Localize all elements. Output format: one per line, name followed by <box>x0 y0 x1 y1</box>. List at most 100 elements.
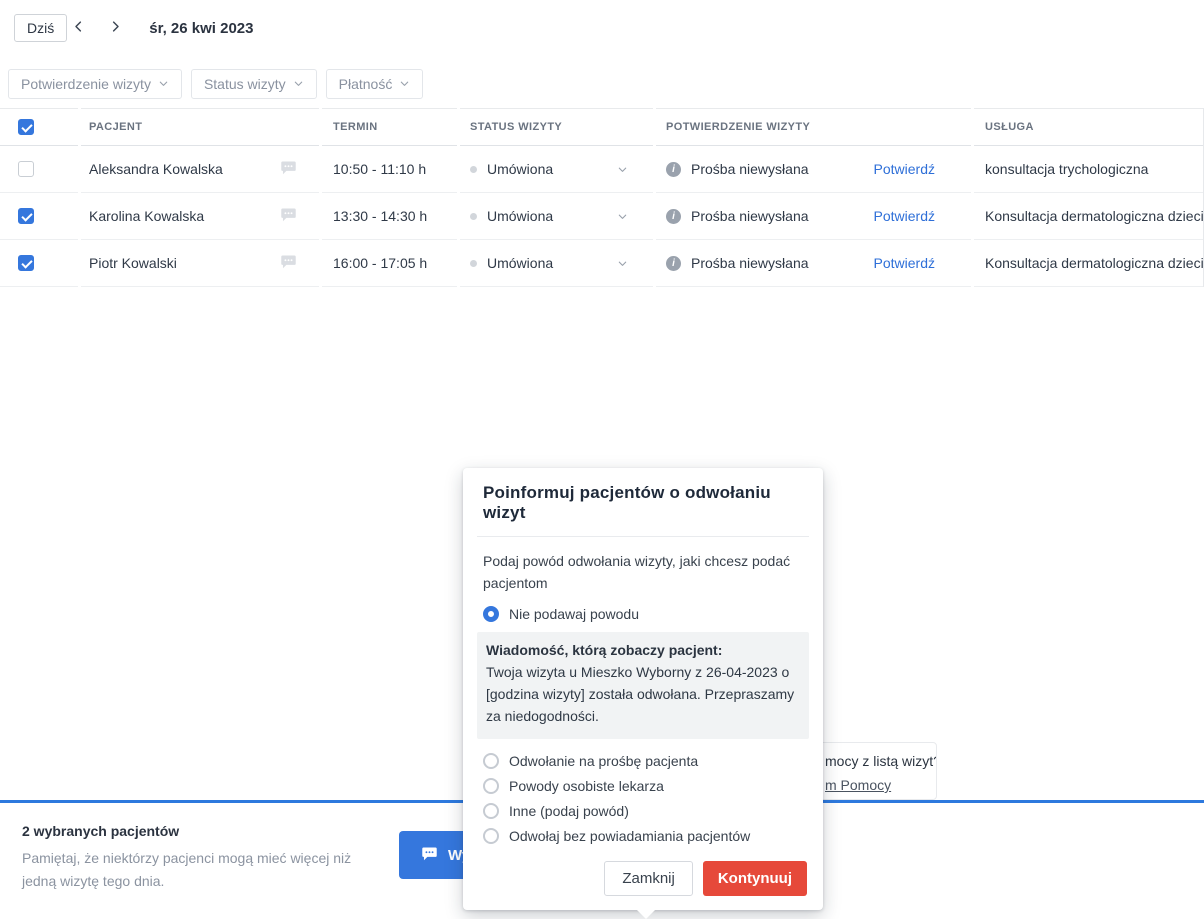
reason-option-label: Odwołanie na prośbę pacjenta <box>509 753 698 769</box>
status-dot-icon <box>470 213 477 220</box>
confirmation-label: Prośba niewysłana <box>691 161 809 177</box>
service-cell: Konsultacja dermatologiczna dzieci <box>974 193 1204 240</box>
row-checkbox[interactable] <box>18 161 34 177</box>
message-preview-body: Twoja wizyta u Mieszko Wyborny z 26-04-2… <box>486 662 800 727</box>
reason-option-no-notification[interactable]: Odwołaj bez powiadamiania pacjentów <box>483 828 803 844</box>
table-header-row: Pacjent Termin Status wizyty Potwierdzen… <box>0 108 1204 146</box>
row-select-cell <box>0 193 78 240</box>
chevron-down-icon <box>158 76 169 92</box>
reason-option-label: Powody osobiste lekarza <box>509 778 664 794</box>
close-button[interactable]: Zamknij <box>604 861 693 896</box>
table-row: Piotr Kowalski 16:00 - 17:05 h Umówiona … <box>0 240 1204 287</box>
visits-table: Pacjent Termin Status wizyty Potwierdzen… <box>0 108 1204 287</box>
prev-day-button[interactable] <box>67 15 90 41</box>
help-team-link[interactable]: m Pomocy <box>825 777 891 793</box>
confirmation-label: Prośba niewysłana <box>691 255 809 271</box>
service-cell: konsultacja trychologiczna <box>974 146 1204 193</box>
popover-title: Poinformuj pacjentów o odwołaniu wizyt <box>463 468 823 536</box>
row-select-cell <box>0 240 78 287</box>
status-dot-icon <box>470 260 477 267</box>
cancel-visits-popover: Poinformuj pacjentów o odwołaniu wizyt P… <box>463 468 823 910</box>
row-checkbox[interactable] <box>18 208 34 224</box>
divider <box>477 536 809 537</box>
radio-icon[interactable] <box>483 828 499 844</box>
header-confirmation: Potwierdzenie wizyty <box>656 108 971 146</box>
reason-option-other[interactable]: Inne (podaj powód) <box>483 803 803 819</box>
confirmation-label: Prośba niewysłana <box>691 208 809 224</box>
popover-footer: Zamknij Kontynuuj <box>463 853 823 896</box>
radio-icon[interactable] <box>483 753 499 769</box>
radio-icon[interactable] <box>483 606 499 622</box>
patient-cell: Aleksandra Kowalska <box>81 146 319 193</box>
filter-status-label: Status wizyty <box>204 76 286 92</box>
continue-button[interactable]: Kontynuuj <box>703 861 807 896</box>
confirmation-cell: i Prośba niewysłana Potwierdź <box>656 240 971 287</box>
status-chevron-down-icon[interactable] <box>617 258 628 269</box>
message-patient-button[interactable] <box>280 159 297 179</box>
patient-name: Karolina Kowalska <box>89 208 204 224</box>
message-preview-panel: Wiadomość, którą zobaczy pacjent: Twoja … <box>477 632 809 739</box>
table-row: Aleksandra Kowalska 10:50 - 11:10 h Umów… <box>0 146 1204 193</box>
radio-icon[interactable] <box>483 778 499 794</box>
filter-status-dropdown[interactable]: Status wizyty <box>191 69 317 99</box>
patient-name: Aleksandra Kowalska <box>89 161 223 177</box>
chevron-down-icon <box>293 76 304 92</box>
info-icon: i <box>666 209 681 224</box>
time-cell: 13:30 - 14:30 h <box>322 193 457 240</box>
help-question-text: mocy z listą wizyt? <box>825 753 937 769</box>
filter-confirmation-dropdown[interactable]: Potwierdzenie wizyty <box>8 69 182 99</box>
today-button[interactable]: Dziś <box>14 14 67 42</box>
message-preview-heading: Wiadomość, którą zobaczy pacjent: <box>486 642 800 658</box>
status-cell: Umówiona <box>460 193 653 240</box>
header-patient: Pacjent <box>81 108 319 146</box>
header-select-all-cell <box>0 108 78 146</box>
header-service: Usługa <box>974 108 1204 146</box>
confirm-visit-link[interactable]: Potwierdź <box>874 255 935 271</box>
status-label: Umówiona <box>487 161 553 177</box>
filter-bar: Potwierdzenie wizyty Status wizyty Płatn… <box>8 69 423 99</box>
selection-note: Pamiętaj, że niektórzy pacjenci mogą mie… <box>22 847 382 892</box>
message-patient-button[interactable] <box>280 206 297 226</box>
row-select-cell <box>0 146 78 193</box>
status-cell: Umówiona <box>460 146 653 193</box>
status-chevron-down-icon[interactable] <box>617 164 628 175</box>
radio-icon[interactable] <box>483 803 499 819</box>
reason-option-label: Odwołaj bez powiadamiania pacjentów <box>509 828 750 844</box>
info-icon: i <box>666 162 681 177</box>
status-chevron-down-icon[interactable] <box>617 211 628 222</box>
filter-payment-dropdown[interactable]: Płatność <box>326 69 424 99</box>
reason-option-patient-request[interactable]: Odwołanie na prośbę pacjenta <box>483 753 803 769</box>
header-time: Termin <box>322 108 457 146</box>
reason-option-label: Nie podawaj powodu <box>509 606 639 622</box>
chevron-down-icon <box>399 76 410 92</box>
chevron-left-icon <box>71 19 86 37</box>
reason-option-label: Inne (podaj powód) <box>509 803 629 819</box>
time-cell: 16:00 - 17:05 h <box>322 240 457 287</box>
row-checkbox[interactable] <box>18 255 34 271</box>
date-toolbar: Dziś śr, 26 kwi 2023 <box>14 14 254 42</box>
chat-bubble-icon <box>280 206 297 226</box>
message-patient-button[interactable] <box>280 253 297 273</box>
chat-bubble-icon <box>280 253 297 273</box>
chevron-right-icon <box>108 19 123 37</box>
time-cell: 10:50 - 11:10 h <box>322 146 457 193</box>
confirm-visit-link[interactable]: Potwierdź <box>874 208 935 224</box>
popover-description: Podaj powód odwołania wizyty, jaki chces… <box>483 551 795 594</box>
reason-option-no-reason[interactable]: Nie podawaj powodu <box>483 606 803 622</box>
confirmation-cell: i Prośba niewysłana Potwierdź <box>656 193 971 240</box>
confirmation-cell: i Prośba niewysłana Potwierdź <box>656 146 971 193</box>
confirm-visit-link[interactable]: Potwierdź <box>874 161 935 177</box>
select-all-checkbox[interactable] <box>18 119 34 135</box>
status-cell: Umówiona <box>460 240 653 287</box>
status-dot-icon <box>470 166 477 173</box>
next-day-button[interactable] <box>104 15 127 41</box>
service-cell: Konsultacja dermatologiczna dzieci <box>974 240 1204 287</box>
filter-payment-label: Płatność <box>339 76 393 92</box>
reason-option-doctor-personal[interactable]: Powody osobiste lekarza <box>483 778 803 794</box>
status-label: Umówiona <box>487 208 553 224</box>
chat-bubble-icon <box>280 159 297 179</box>
patient-cell: Piotr Kowalski <box>81 240 319 287</box>
info-icon: i <box>666 256 681 271</box>
current-date-label: śr, 26 kwi 2023 <box>149 20 253 37</box>
filter-confirmation-label: Potwierdzenie wizyty <box>21 76 151 92</box>
